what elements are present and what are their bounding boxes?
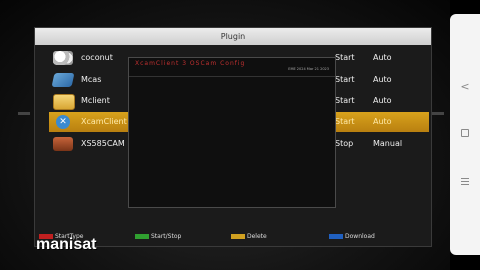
xs585cam-icon [53, 137, 73, 151]
plugin-mode: Manual [373, 139, 403, 148]
coconut-icon [53, 51, 73, 65]
plugin-mode: Auto [373, 117, 392, 126]
popup-info: EME 2024 Mar 21 2023 [288, 67, 329, 71]
green-key-startstop[interactable]: Start/Stop [135, 233, 181, 240]
mclient-icon [53, 94, 75, 110]
recent-apps-icon[interactable] [450, 176, 480, 187]
background-ui-fragment [18, 112, 30, 115]
yellow-key-icon [231, 234, 245, 239]
popup-title: XcamClient 3 OSCam Config [135, 60, 246, 67]
watermark-logo: manisat [36, 236, 97, 253]
plugin-name: Mcas [81, 75, 102, 84]
plugin-state: Start [335, 96, 355, 105]
config-popup: XcamClient 3 OSCam Config EME 2024 Mar 2… [128, 57, 336, 208]
blue-key-download[interactable]: Download [329, 233, 375, 240]
green-key-label: Start/Stop [151, 233, 182, 240]
plugin-name: XS585CAM [81, 139, 125, 148]
phone-navigation-bar: < [450, 14, 480, 255]
plugin-name: XcamClient [81, 117, 127, 126]
back-icon[interactable]: < [450, 80, 480, 93]
plugin-mode: Auto [373, 53, 392, 62]
home-icon[interactable] [450, 127, 480, 140]
background-ui-fragment [432, 112, 444, 115]
plugin-name: Mclient [81, 96, 110, 105]
plugin-mode: Auto [373, 96, 392, 105]
xcam-icon: ✕ [56, 115, 70, 129]
mcas-icon [51, 73, 75, 87]
plugin-state: Start [335, 53, 355, 62]
plugin-mode: Auto [373, 75, 392, 84]
popup-header: XcamClient 3 OSCam Config EME 2024 Mar 2… [129, 58, 335, 77]
blue-key-icon [329, 234, 343, 239]
yellow-key-label: Delete [247, 233, 267, 240]
plugin-state: Stop [335, 139, 354, 148]
green-key-icon [135, 234, 149, 239]
plugin-state: Start [335, 75, 355, 84]
yellow-key-delete[interactable]: Delete [231, 233, 267, 240]
window-title: Plugin [35, 28, 431, 45]
plugin-name: coconut [81, 53, 113, 62]
blue-key-label: Download [345, 233, 375, 240]
plugin-state: Start [335, 117, 355, 126]
